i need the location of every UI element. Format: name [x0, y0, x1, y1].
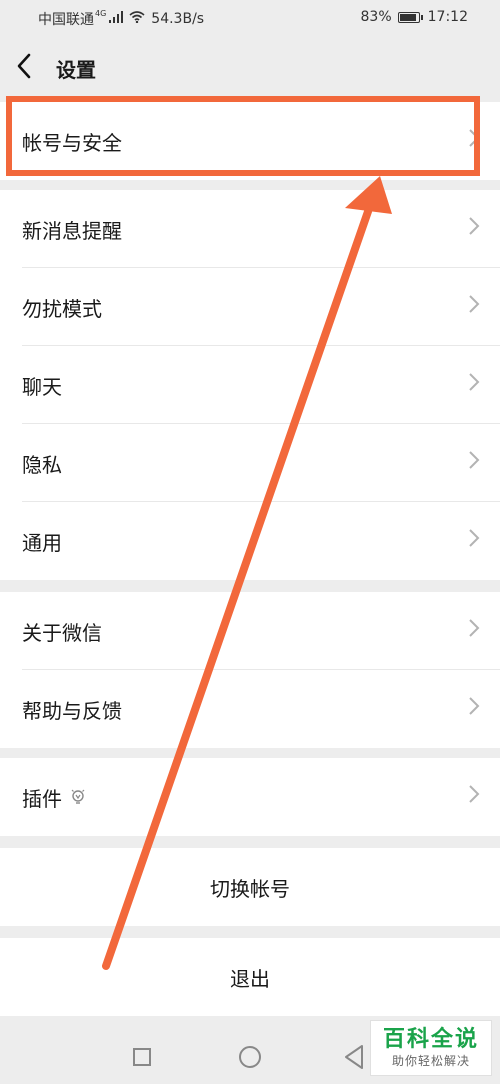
watermark-subtitle: 助你轻松解决	[391, 1054, 470, 1068]
home-icon[interactable]	[239, 1046, 261, 1068]
settings-item-account-security[interactable]: 帐号与安全	[0, 102, 500, 180]
settings-item-label: 通用	[22, 530, 62, 555]
settings-item-label: 隐私	[22, 452, 62, 477]
battery-icon	[397, 11, 423, 23]
settings-item-plugins[interactable]: 插件	[0, 758, 500, 836]
settings-item-privacy[interactable]: 隐私	[0, 424, 500, 502]
chevron-right-icon	[468, 372, 480, 398]
logout-button[interactable]: 退出	[0, 938, 500, 1016]
settings-group-general: 新消息提醒 勿扰模式 聊天 隐私 通用	[0, 190, 500, 580]
settings-group-plugins: 插件	[0, 758, 500, 836]
header: 设置	[0, 34, 500, 100]
settings-item-label: 勿扰模式	[22, 296, 102, 321]
signal-icon	[109, 11, 124, 27]
status-bar: 中国联通 4G 54.3B/s 83% 17:12	[0, 0, 500, 34]
chevron-right-icon	[468, 128, 480, 154]
chevron-right-icon	[468, 696, 480, 722]
settings-item-label: 帐号与安全	[22, 130, 122, 155]
settings-item-label: 帮助与反馈	[22, 698, 122, 723]
recent-apps-icon[interactable]	[133, 1048, 151, 1066]
page-title: 设置	[56, 58, 96, 82]
wifi-icon	[129, 11, 145, 27]
settings-item-label: 关于微信	[22, 620, 102, 645]
watermark-title: 百科全说	[382, 1027, 479, 1052]
settings-item-label: 新消息提醒	[22, 218, 122, 243]
settings-item-do-not-disturb[interactable]: 勿扰模式	[0, 268, 500, 346]
carrier-label: 中国联通	[38, 12, 94, 28]
chevron-right-icon	[468, 528, 480, 554]
switch-account-button[interactable]: 切换帐号	[0, 848, 500, 926]
settings-item-label: 插件	[22, 786, 62, 811]
settings-group-account: 帐号与安全	[0, 102, 500, 180]
watermark-logo: 百科全说 助你轻松解决	[370, 1020, 492, 1076]
network-speed: 54.3B/s	[151, 11, 205, 27]
settings-item-chat[interactable]: 聊天	[0, 346, 500, 424]
chevron-right-icon	[468, 216, 480, 242]
status-right: 83% 17:12	[361, 9, 468, 25]
chevron-right-icon	[468, 450, 480, 476]
settings-item-about-wechat[interactable]: 关于微信	[0, 592, 500, 670]
system-back-icon[interactable]	[344, 1044, 364, 1070]
clock: 17:12	[427, 9, 468, 25]
settings-item-general[interactable]: 通用	[0, 502, 500, 580]
settings-group-about: 关于微信 帮助与反馈	[0, 592, 500, 748]
settings-item-help-feedback[interactable]: 帮助与反馈	[0, 670, 500, 748]
chevron-right-icon	[468, 784, 480, 810]
battery-percent: 83%	[360, 9, 392, 25]
lightbulb-icon	[70, 788, 86, 806]
settings-item-label: 聊天	[22, 374, 62, 399]
chevron-right-icon	[468, 294, 480, 320]
settings-item-notifications[interactable]: 新消息提醒	[0, 190, 500, 268]
status-left: 中国联通 4G 54.3B/s	[38, 9, 204, 29]
back-arrow-icon[interactable]	[14, 52, 44, 82]
network-type: 4G	[95, 8, 107, 18]
chevron-right-icon	[468, 618, 480, 644]
